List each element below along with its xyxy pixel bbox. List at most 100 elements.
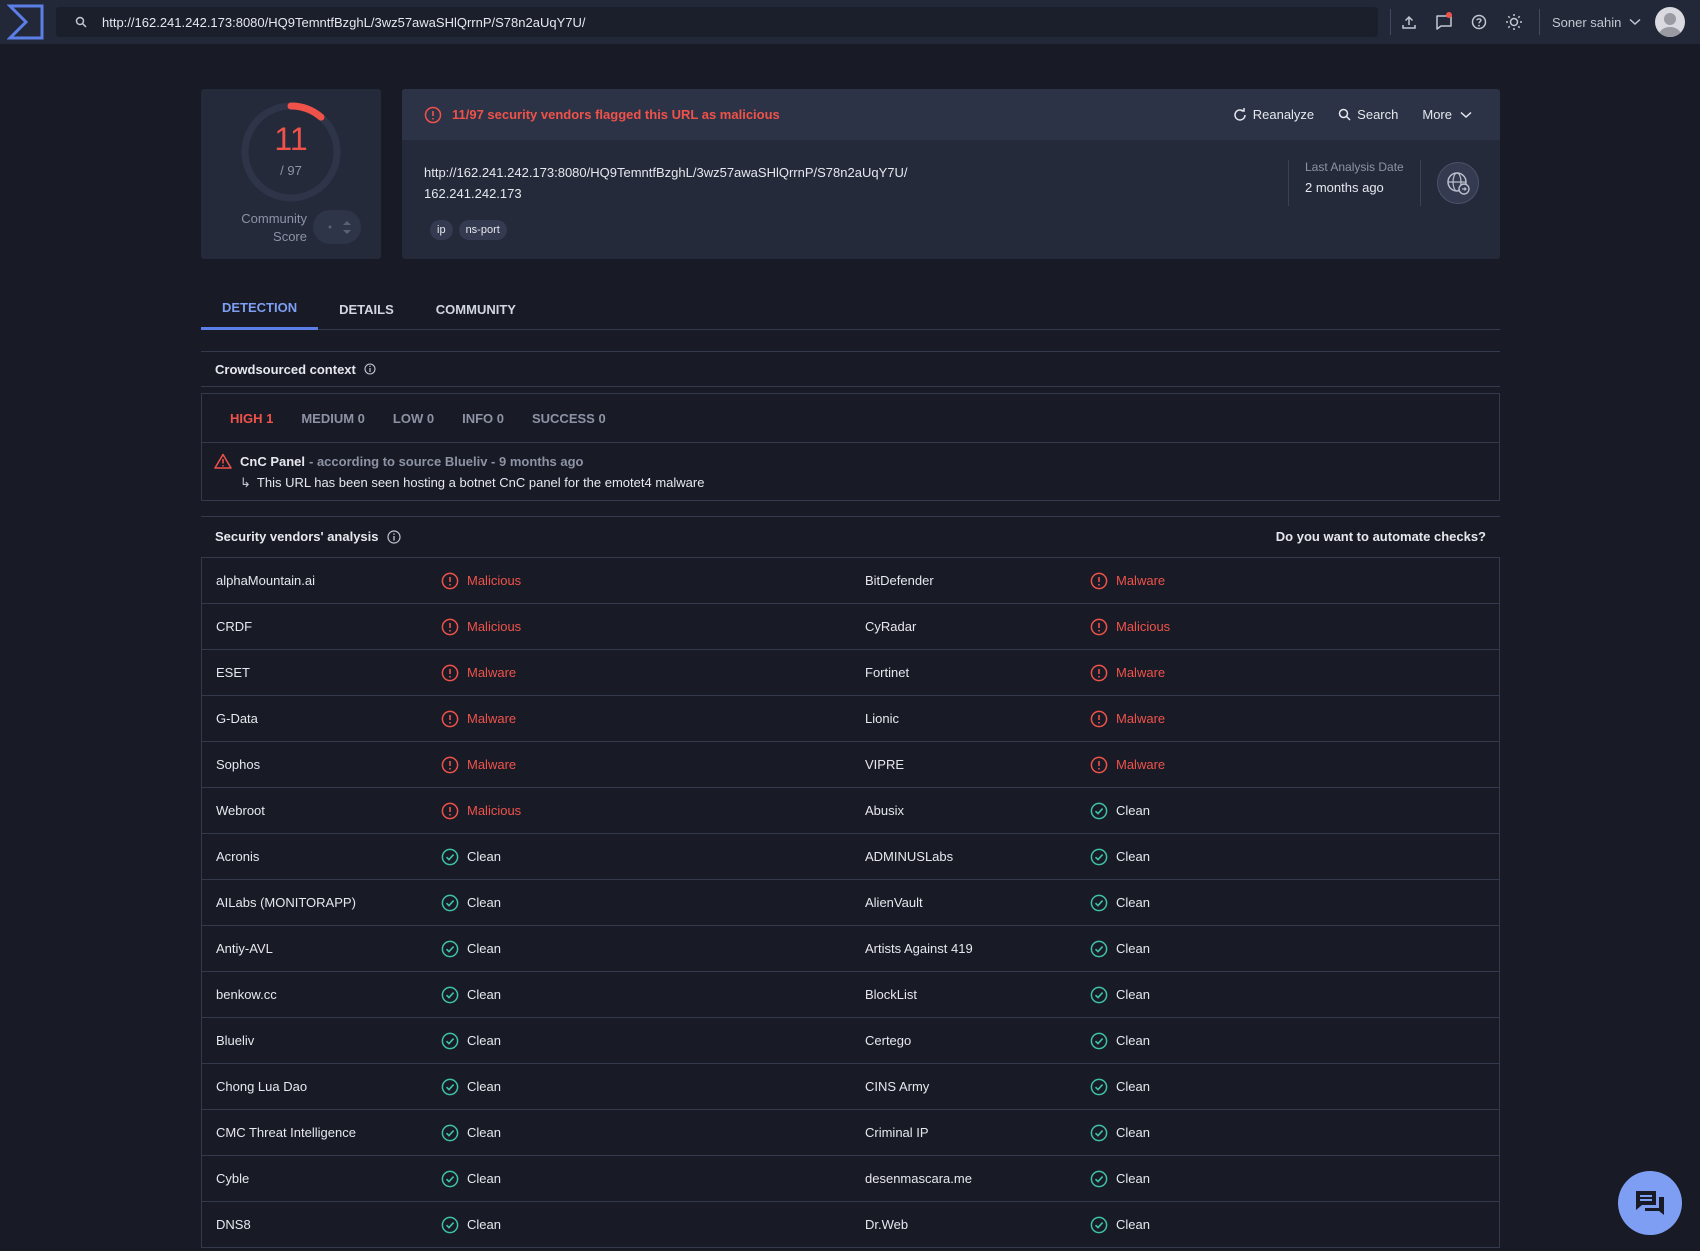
vendor-result: Clean — [1090, 986, 1150, 1004]
vendor-name: BitDefender — [865, 573, 934, 588]
table-row: CRDF Malicious CyRadar Malicious — [202, 604, 1499, 650]
info-icon[interactable] — [364, 363, 376, 375]
vendor-result-label: Clean — [467, 987, 501, 1002]
vendor-result: Clean — [1090, 1216, 1150, 1234]
crowdsourced-header: Crowdsourced context — [201, 351, 1500, 387]
cs-tab-medium[interactable]: MEDIUM 0 — [301, 411, 365, 426]
automate-checks-link[interactable]: Do you want to automate checks? — [1276, 529, 1486, 544]
vendor-result: Malicious — [1090, 618, 1170, 636]
community-vote-control[interactable] — [313, 210, 361, 244]
theme-toggle-icon[interactable] — [1496, 0, 1531, 44]
vendor-result: Clean — [1090, 1078, 1150, 1096]
crowdsourced-box: HIGH 1 MEDIUM 0 LOW 0 INFO 0 SUCCESS 0 C… — [201, 393, 1500, 501]
alert-circle-icon — [441, 710, 459, 727]
vendor-result-label: Clean — [467, 895, 501, 910]
vendor-name: DNS8 — [216, 1217, 251, 1232]
virustotal-logo-icon[interactable] — [4, 0, 48, 44]
alert-circle-icon — [1090, 710, 1108, 727]
vendor-result: Clean — [1090, 1124, 1150, 1142]
vendor-result-label: Clean — [1116, 849, 1150, 864]
upload-icon[interactable] — [1391, 0, 1426, 44]
table-row: Blueliv Clean Certego Clean — [202, 1018, 1499, 1064]
vendor-result-label: Clean — [467, 941, 501, 956]
tab-details[interactable]: DETAILS — [318, 288, 415, 330]
more-button[interactable]: More — [1422, 107, 1478, 122]
cs-tab-success[interactable]: SUCCESS 0 — [532, 411, 606, 426]
community-score-label: Community Score — [241, 211, 307, 244]
vendor-result-label: Malware — [467, 711, 517, 726]
vendor-name: Fortinet — [865, 665, 910, 680]
search-icon — [66, 16, 96, 28]
vendor-result: Malware — [441, 756, 516, 774]
alert-circle-icon — [1090, 618, 1108, 635]
analyzed-ip[interactable]: 162.241.242.173 — [424, 183, 907, 204]
vendor-result: Clean — [441, 848, 501, 866]
notifications-icon[interactable] — [1426, 0, 1461, 44]
vote-up-icon — [343, 221, 351, 225]
tag[interactable]: ip — [430, 220, 453, 240]
vendor-name: CMC Threat Intelligence — [216, 1125, 356, 1140]
vendor-name: Acronis — [216, 849, 260, 864]
url-search-bar[interactable] — [56, 7, 1378, 37]
table-row: AILabs (MONITORAPP) Clean AlienVault Clean — [202, 880, 1499, 926]
vendor-result-label: Malware — [1116, 665, 1166, 680]
table-row: DNS8 Clean Dr.Web Clean — [202, 1202, 1499, 1248]
chat-button[interactable] — [1618, 1171, 1682, 1235]
url-summary-panel: 11/97 security vendors flagged this URL … — [402, 89, 1500, 259]
vendor-result: Clean — [441, 940, 501, 958]
url-globe-icon — [1437, 162, 1479, 204]
vendor-name: CyRadar — [865, 619, 917, 634]
vendor-result: Malware — [441, 710, 516, 728]
check-circle-icon — [441, 1124, 459, 1141]
table-row: ESET Malware Fortinet Malware — [202, 650, 1499, 696]
reanalyze-button[interactable]: Reanalyze — [1233, 107, 1314, 122]
vendor-name: Artists Against 419 — [865, 941, 973, 956]
vendor-result: Clean — [441, 1170, 501, 1188]
detection-score-card: 11 / 97 Community Score — [201, 89, 381, 259]
vendor-result: Malicious — [441, 802, 521, 820]
cs-tab-high[interactable]: HIGH 1 — [230, 411, 273, 426]
vendor-result: Malicious — [441, 618, 521, 636]
alert-circle-icon — [441, 664, 459, 681]
cs-tab-low[interactable]: LOW 0 — [393, 411, 434, 426]
table-row: Chong Lua Dao Clean CINS Army Clean — [202, 1064, 1499, 1110]
vendor-result: Clean — [441, 1032, 501, 1050]
user-menu[interactable]: Soner sahin — [1552, 7, 1686, 37]
vendor-result-label: Clean — [467, 849, 501, 864]
vendor-result: Clean — [441, 1216, 501, 1234]
vendor-result-label: Clean — [1116, 1217, 1150, 1232]
check-circle-icon — [1090, 802, 1108, 819]
check-circle-icon — [441, 894, 459, 911]
tab-detection[interactable]: DETECTION — [201, 288, 319, 330]
vote-down-icon — [343, 230, 351, 234]
vendor-result: Clean — [1090, 848, 1150, 866]
vendor-result-label: Clean — [1116, 941, 1150, 956]
info-icon[interactable] — [386, 529, 401, 544]
url-search-input[interactable] — [102, 14, 1352, 30]
avatar[interactable] — [1655, 7, 1686, 37]
table-row: alphaMountain.ai Malicious BitDefender Malw… — [202, 558, 1499, 604]
sub-arrow-icon: ↳ — [240, 475, 251, 490]
tag-list: ip ns-port — [430, 220, 513, 240]
vendor-name: Abusix — [865, 803, 905, 818]
check-circle-icon — [1090, 986, 1108, 1003]
tab-community[interactable]: COMMUNITY — [415, 288, 537, 330]
vendor-result-label: Clean — [1116, 895, 1150, 910]
vendor-name: CINS Army — [865, 1079, 930, 1094]
alert-text: 11/97 security vendors flagged this URL … — [452, 107, 780, 122]
vendor-result-label: Clean — [467, 1171, 501, 1186]
help-icon[interactable] — [1461, 0, 1496, 44]
cs-tab-info[interactable]: INFO 0 — [462, 411, 504, 426]
check-circle-icon — [441, 848, 459, 865]
check-circle-icon — [441, 1170, 459, 1187]
crowdsourced-item: CnC Panel - according to source Blueliv … — [214, 453, 704, 491]
analyzed-url[interactable]: http://162.241.242.173:8080/HQ9TemntfBzg… — [424, 162, 907, 183]
tag[interactable]: ns-port — [458, 220, 507, 240]
vendor-name: BlockList — [865, 987, 918, 1002]
check-circle-icon — [1090, 1032, 1108, 1049]
search-button[interactable]: Search — [1338, 107, 1398, 122]
check-circle-icon — [1090, 1124, 1108, 1141]
check-circle-icon — [1090, 1170, 1108, 1187]
vendor-result: Clean — [1090, 1170, 1150, 1188]
vendor-result: Clean — [441, 1078, 501, 1096]
